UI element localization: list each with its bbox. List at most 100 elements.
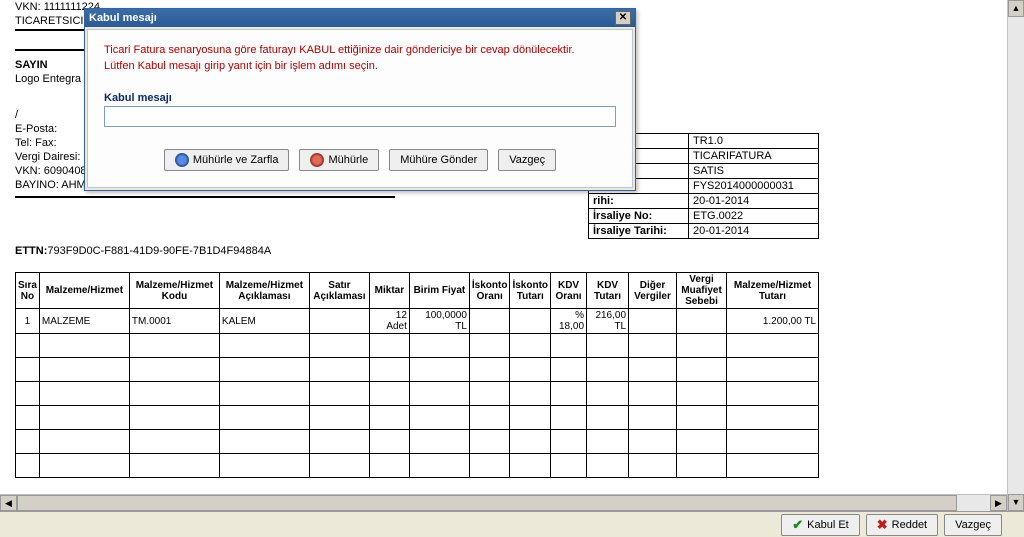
- table-cell: [129, 334, 219, 358]
- meta-value: ETG.0022: [689, 209, 819, 224]
- bottom-toolbar: ✔ Kabul Et ✖ Reddet Vazgeç: [0, 511, 1024, 537]
- reddet-button[interactable]: ✖ Reddet: [866, 514, 938, 536]
- table-cell: [469, 334, 510, 358]
- table-cell: [16, 406, 40, 430]
- scroll-down-icon[interactable]: ▼: [1008, 494, 1024, 511]
- muhure-gonder-button[interactable]: Mühüre Gönder: [389, 149, 488, 171]
- table-cell: [129, 382, 219, 406]
- table-cell: [587, 382, 629, 406]
- table-cell: [629, 454, 677, 478]
- table-cell: [409, 382, 469, 406]
- table-cell: [469, 309, 510, 334]
- table-cell: [677, 358, 727, 382]
- table-cell: [629, 406, 677, 430]
- ettn-label: ETTN:: [15, 245, 47, 257]
- scroll-up-icon[interactable]: ▲: [1008, 0, 1024, 17]
- table-cell: [39, 406, 129, 430]
- x-icon: ✖: [877, 518, 888, 531]
- kabul-et-button[interactable]: ✔ Kabul Et: [781, 514, 860, 536]
- vertical-scrollbar[interactable]: ▲ ▼: [1007, 0, 1024, 511]
- table-cell: [409, 334, 469, 358]
- meta-row: İrsaliye No:ETG.0022: [589, 209, 819, 224]
- col-header: Malzeme/Hizmet: [39, 273, 129, 309]
- table-cell: KALEM: [219, 309, 309, 334]
- table-row: [16, 454, 819, 478]
- meta-value: FYS2014000000031: [689, 179, 819, 194]
- divider: [15, 196, 395, 198]
- table-cell: 216,00TL: [587, 309, 629, 334]
- table-cell: [369, 334, 409, 358]
- table-cell: [629, 358, 677, 382]
- col-header: KDVOranı: [551, 273, 587, 309]
- btn-label: Vazgeç: [955, 519, 991, 531]
- btn-label: Kabul Et: [807, 519, 849, 531]
- col-header: Malzeme/HizmetKodu: [129, 273, 219, 309]
- table-cell: [16, 430, 40, 454]
- table-cell: 12Adet: [369, 309, 409, 334]
- table-cell: [727, 334, 819, 358]
- table-row: 1MALZEMETM.0001KALEM12Adet100,0000 TL%18…: [16, 309, 819, 334]
- table-cell: [409, 406, 469, 430]
- vazgec-bottom-button[interactable]: Vazgeç: [944, 514, 1002, 536]
- table-cell: [219, 382, 309, 406]
- table-cell: [129, 430, 219, 454]
- table-cell: [39, 358, 129, 382]
- table-cell: [677, 430, 727, 454]
- table-cell: [677, 382, 727, 406]
- table-cell: [129, 454, 219, 478]
- table-cell: [727, 430, 819, 454]
- ettn-value: 793F9D0C-F881-41D9-90FE-7B1D4F94884A: [47, 245, 271, 257]
- dialog-title: Kabul mesajı: [89, 12, 157, 24]
- table-cell: [551, 454, 587, 478]
- table-cell: [629, 382, 677, 406]
- meta-label: rihi:: [589, 194, 689, 209]
- table-row: [16, 382, 819, 406]
- table-cell: [510, 382, 551, 406]
- table-cell: MALZEME: [39, 309, 129, 334]
- table-cell: [309, 406, 369, 430]
- col-header: DiğerVergiler: [629, 273, 677, 309]
- horizontal-scrollbar[interactable]: ◀ ▶: [0, 494, 1007, 511]
- table-cell: [469, 382, 510, 406]
- table-row: [16, 358, 819, 382]
- table-cell: 1: [16, 309, 40, 334]
- table-cell: [629, 334, 677, 358]
- table-cell: [551, 430, 587, 454]
- table-cell: [219, 454, 309, 478]
- table-cell: [587, 454, 629, 478]
- col-header: SıraNo: [16, 273, 40, 309]
- scroll-thumb[interactable]: [17, 495, 957, 511]
- table-cell: 1.200,00 TL: [727, 309, 819, 334]
- vazgec-button[interactable]: Vazgeç: [498, 149, 556, 171]
- table-cell: [510, 334, 551, 358]
- close-icon[interactable]: ✕: [615, 11, 631, 25]
- dialog-msg-2: Lütfen Kabul mesajı girip yanıt için bir…: [104, 60, 616, 72]
- table-cell: [309, 430, 369, 454]
- dialog-input-label: Kabul mesajı: [104, 92, 616, 104]
- dialog-titlebar[interactable]: Kabul mesajı ✕: [85, 9, 635, 27]
- muhurle-zarfla-button[interactable]: Mühürle ve Zarfla: [164, 149, 290, 171]
- scroll-left-icon[interactable]: ◀: [0, 495, 17, 511]
- meta-label: İrsaliye Tarihi:: [589, 224, 689, 239]
- scroll-right-icon[interactable]: ▶: [990, 495, 1007, 511]
- table-cell: [629, 430, 677, 454]
- table-cell: [369, 454, 409, 478]
- table-cell: [369, 382, 409, 406]
- table-row: [16, 406, 819, 430]
- col-header: SatırAçıklaması: [309, 273, 369, 309]
- kabul-mesaji-input[interactable]: [104, 106, 616, 127]
- col-header: İskontoTutarı: [510, 273, 551, 309]
- table-cell: [677, 309, 727, 334]
- table-cell: [469, 430, 510, 454]
- table-cell: [727, 358, 819, 382]
- col-header: İskontoOranı: [469, 273, 510, 309]
- meta-value: TICARIFATURA: [689, 149, 819, 164]
- table-cell: [510, 430, 551, 454]
- table-cell: [409, 430, 469, 454]
- meta-value: SATIS: [689, 164, 819, 179]
- table-cell: [677, 334, 727, 358]
- muhurle-button[interactable]: Mühürle: [299, 149, 379, 171]
- btn-label: Mühürle: [328, 154, 368, 166]
- table-cell: [39, 454, 129, 478]
- meta-value: 20-01-2014: [689, 194, 819, 209]
